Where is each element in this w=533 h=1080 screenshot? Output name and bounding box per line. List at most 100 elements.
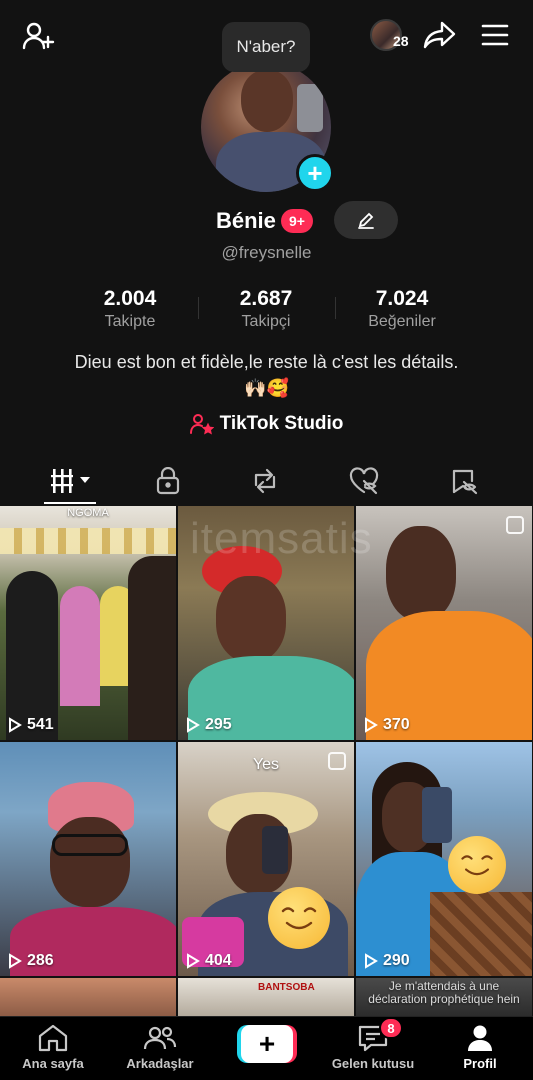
multi-photo-icon [506,516,524,534]
tiktok-studio-link[interactable]: TikTok Studio [0,413,533,435]
view-count: 286 [8,952,54,970]
create-button[interactable]: + [237,1025,297,1063]
add-story-icon[interactable]: + [296,154,334,192]
caption-line: déclaration prophétique hein [368,992,520,1006]
pencil-icon [358,212,374,229]
nav-friends[interactable]: Arkadaşlar [110,1023,210,1071]
video-thumbnail[interactable]: NGOMA 541 [0,506,176,740]
video-thumbnail[interactable]: 290 [356,742,532,976]
phone [262,826,288,874]
plus-icon: + [241,1025,293,1063]
stat-followers[interactable]: 2.687 Takipçi [196,287,336,331]
stat-following[interactable]: 2.004 Takipte [60,287,200,331]
friends-icon [143,1026,177,1050]
video-thumbnail[interactable]: BANTSOBA [178,978,354,1016]
tab-favorites[interactable] [434,461,494,501]
stat-label: Beğeniler [368,313,436,330]
view-count-value: 286 [27,952,54,969]
notification-badge[interactable]: 9+ [281,209,313,233]
nav-label: Profil [463,1056,497,1071]
play-icon [9,717,22,733]
profile-icon [468,1025,492,1051]
multi-photo-icon [328,752,346,770]
video-caption: Je m'attendais à une déclaration prophét… [356,980,532,1006]
watermark: itemsatis [190,514,373,563]
lock-icon [156,467,180,495]
play-icon [187,717,200,733]
stat-likes[interactable]: 7.024 Beğeniler [332,287,472,331]
tab-liked[interactable] [334,461,394,501]
person-figure [60,586,100,706]
studio-label: TikTok Studio [219,413,344,434]
profile-name: Bénie [216,208,276,233]
face [50,817,130,907]
tab-reposts[interactable] [235,461,295,501]
play-icon [365,717,378,733]
top-bar: N'aber? 28 [0,0,533,72]
stat-value: 2.687 [239,287,293,310]
tab-private[interactable] [138,461,198,501]
view-count: 541 [8,716,54,734]
view-count-value: 541 [27,716,54,733]
inbox-badge: 8 [379,1017,403,1039]
bio-text: Dieu est bon et fidèle,le reste là c'est… [74,352,459,372]
nav-label: Arkadaşlar [126,1056,194,1071]
view-count-value: 290 [383,952,410,969]
stat-label: Takipte [104,313,156,330]
edit-profile-button[interactable] [334,201,398,239]
video-thumbnail[interactable]: Yes 404 [178,742,354,976]
video-caption: NGOMA [67,507,109,519]
smiling-emoji [448,836,506,894]
view-count-value: 404 [205,952,232,969]
content-tabs [0,455,533,505]
nav-profile[interactable]: Profil [430,1023,530,1071]
add-friend-icon[interactable] [18,16,58,56]
name-row: Bénie 9+ [0,200,533,240]
phone [422,787,452,843]
repost-icon [254,468,276,494]
video-thumbnail[interactable]: 286 [0,742,176,976]
stat-value: 2.004 [103,287,157,310]
nav-home[interactable]: Ana sayfa [3,1023,103,1071]
active-tab-indicator [44,502,96,504]
menu-icon[interactable] [478,18,512,52]
stats-row: 2.004 Takipte 2.687 Takipçi 7.024 Beğeni… [0,287,533,337]
grid-filter-icon [51,469,90,493]
person-figure [128,556,176,740]
person-figure [6,571,58,740]
share-icon[interactable] [421,16,459,54]
view-count: 295 [186,716,232,734]
glasses [52,834,128,856]
story-count: 28 [393,33,409,49]
view-count: 370 [364,716,410,734]
hidden-heart-icon [349,467,379,495]
bottom-nav: Ana sayfa Arkadaşlar + 8 Gelen kutusu Pr… [0,1016,533,1080]
home-icon [38,1024,68,1052]
status-bubble[interactable]: N'aber? [222,22,310,72]
banner-text: BANTSOBA [258,982,315,993]
bio-emoji: 🙌🏻🥰 [244,378,289,398]
profile-handle: @freysnelle [221,243,312,262]
video-grid: NGOMA 541 295 370 286 Yes 404 290 BANTSO… [0,506,533,1016]
nav-label: Ana sayfa [22,1056,84,1071]
view-count: 290 [364,952,410,970]
video-thumbnail[interactable] [0,978,176,1016]
face [216,576,286,662]
play-icon [365,953,378,969]
tab-videos[interactable] [42,461,102,501]
view-count-value: 295 [205,716,232,733]
studio-user-star-icon [189,414,214,435]
stat-value: 7.024 [375,287,429,310]
face [386,526,456,621]
nav-label: Gelen kutusu [331,1056,415,1071]
stat-label: Takipçi [241,313,291,330]
nav-inbox[interactable]: 8 Gelen kutusu [323,1017,423,1071]
video-thumbnail[interactable]: 370 [356,506,532,740]
patterned-bag [430,892,532,976]
view-count: 404 [186,952,232,970]
hidden-bookmark-icon [452,469,478,495]
video-thumbnail[interactable]: Je m'attendais à une déclaration prophét… [356,978,532,1016]
view-count-value: 370 [383,716,410,733]
play-icon [9,953,22,969]
tent-decoration [0,528,176,554]
